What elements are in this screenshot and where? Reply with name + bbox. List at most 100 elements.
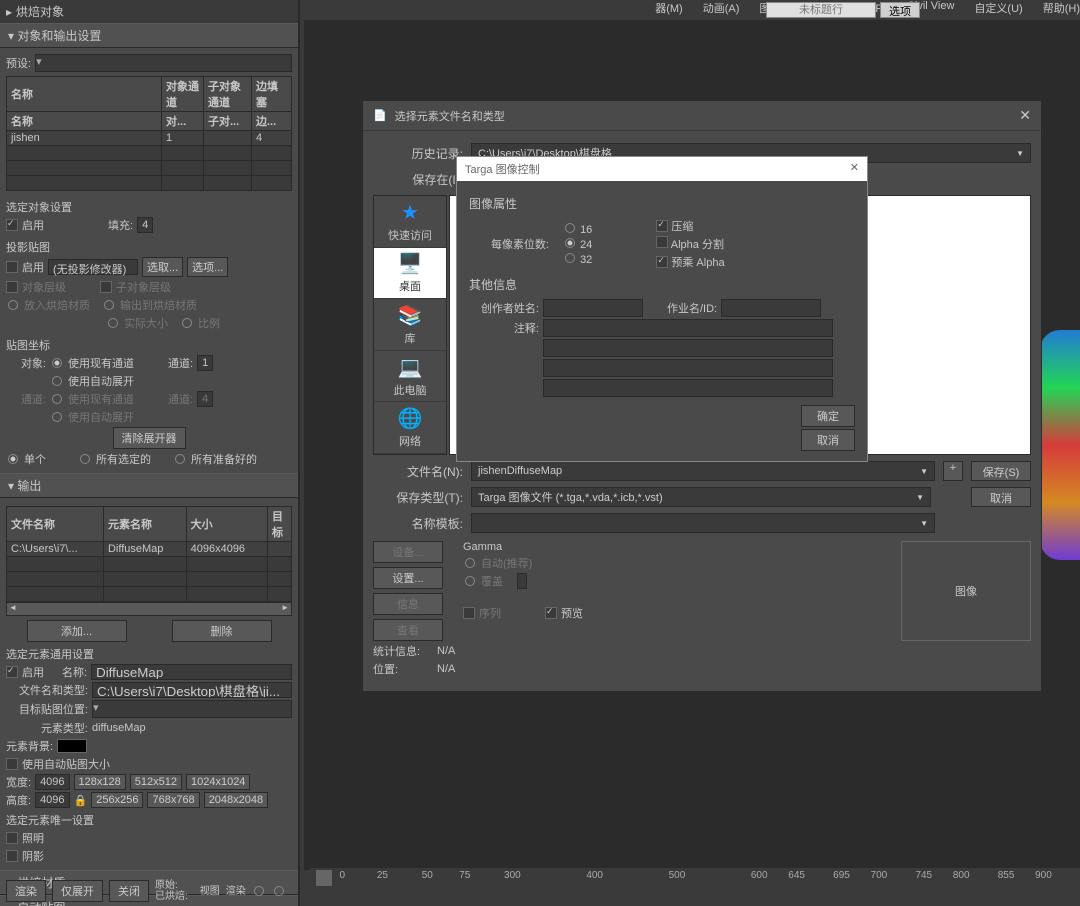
search-input[interactable]: [766, 2, 876, 18]
author-input[interactable]: [543, 299, 643, 317]
info-button[interactable]: 信息: [373, 593, 443, 615]
comment-input[interactable]: [543, 359, 833, 377]
setup-button[interactable]: 设置...: [373, 567, 443, 589]
object-table[interactable]: 名称对象通道子对象通道边填塞 名称对...子对...边... jishen14: [6, 76, 292, 191]
single-radio[interactable]: [8, 454, 18, 464]
plus-button[interactable]: +: [943, 461, 963, 481]
alphasplit-checkbox[interactable]: [656, 236, 668, 248]
cancel-button[interactable]: 取消: [801, 429, 855, 451]
bg-color-swatch[interactable]: [57, 739, 87, 753]
image-preview: 图像: [901, 541, 1031, 641]
rollout-output[interactable]: ▾ 输出: [0, 473, 298, 498]
menu-bar: 器(M) 动画(A) 图形编辑器(D) 渲染(R) Civil View 自定义…: [335, 0, 1080, 18]
menu-item[interactable]: 动画(A): [703, 0, 740, 18]
menu-item[interactable]: 器(M): [655, 0, 683, 18]
auto-unwrap-radio[interactable]: [52, 376, 62, 386]
job-input[interactable]: [721, 299, 821, 317]
comment-input[interactable]: [543, 339, 833, 357]
elem-type-value: diffuseMap: [92, 722, 146, 734]
render-to-texture-panel: ▸ 烘焙对象 ▾ 对象和输出设置 预设: ▾ 名称对象通道子对象通道边填塞 名称…: [0, 0, 300, 906]
save-button[interactable]: 保存(S): [971, 461, 1031, 481]
height-spinner[interactable]: 4096: [35, 792, 69, 808]
ok-button[interactable]: 确定: [801, 405, 855, 427]
proj-mod-field[interactable]: (无投影修改器): [48, 259, 138, 275]
elem-file-input[interactable]: [92, 682, 292, 698]
output-table[interactable]: 文件名称元素名称大小目标 C:\Users\i7\...DiffuseMap40…: [6, 506, 292, 602]
add-button[interactable]: 添加...: [27, 620, 127, 642]
options-button[interactable]: 选项: [880, 2, 920, 18]
pick-button[interactable]: 选取...: [142, 257, 183, 277]
size-preset[interactable]: 768x768: [147, 792, 199, 808]
all-prepared-radio[interactable]: [175, 454, 185, 464]
compress-checkbox[interactable]: [656, 220, 668, 232]
time-slider[interactable]: [316, 870, 332, 886]
clear-unwrap-button[interactable]: 清除展开器: [113, 427, 186, 449]
shadow-checkbox[interactable]: [6, 850, 18, 862]
render-button[interactable]: 渲染: [6, 880, 46, 902]
lighting-checkbox[interactable]: [6, 832, 18, 844]
width-spinner[interactable]: 4096: [35, 774, 69, 790]
elem-name-input[interactable]: [91, 664, 292, 680]
elem-enable[interactable]: [6, 666, 18, 678]
target-slot-dropdown[interactable]: ▾: [92, 700, 292, 718]
preview-checkbox[interactable]: [545, 607, 557, 619]
rollout-obj-output[interactable]: ▾ 对象和输出设置: [0, 23, 298, 48]
close-icon[interactable]: ✕: [1019, 107, 1031, 124]
premult-checkbox[interactable]: [656, 256, 668, 268]
sequence-checkbox[interactable]: [463, 607, 475, 619]
timeline[interactable]: 02550 75300400 500600645 695700745 80085…: [310, 868, 1080, 888]
auto-size-checkbox[interactable]: [6, 758, 18, 770]
place-libraries[interactable]: 📚库: [374, 299, 446, 351]
preset-dropdown[interactable]: ▾: [35, 54, 292, 72]
mapcoord-header: 贴图坐标: [6, 337, 292, 353]
filetype-dropdown[interactable]: Targa 图像文件 (*.tga,*.vda,*.icb,*.vst)▼: [471, 487, 931, 507]
menu-item[interactable]: 帮助(H): [1043, 0, 1080, 18]
unwrap-button[interactable]: 仅展开: [52, 880, 103, 902]
bottom-bar: 渲染 仅展开 关闭 原始:已烘焙: 视图 渲染: [6, 880, 296, 902]
size-preset[interactable]: 1024x1024: [186, 774, 250, 790]
place-thispc[interactable]: 💻此电脑: [374, 351, 446, 403]
close-button[interactable]: 关闭: [109, 880, 149, 902]
projmap-enable[interactable]: [6, 261, 18, 273]
place-network[interactable]: 🌐网络: [374, 402, 446, 454]
menu-item[interactable]: 自定义(U): [974, 0, 1022, 18]
size-preset[interactable]: 256x256: [91, 792, 143, 808]
size-preset[interactable]: 512x512: [130, 774, 182, 790]
device-button[interactable]: 设备...: [373, 541, 443, 563]
delete-button[interactable]: 删除: [172, 620, 272, 642]
bpp-32-radio[interactable]: [565, 253, 575, 263]
options-button[interactable]: 选项...: [187, 257, 228, 277]
padding-spinner[interactable]: 4: [137, 217, 153, 233]
targa-title: Targa 图像控制: [465, 161, 540, 177]
sel-obj-header: 选定对象设置: [6, 199, 292, 215]
size-preset[interactable]: 128x128: [74, 774, 126, 790]
comment-input[interactable]: [543, 319, 833, 337]
lock-icon[interactable]: 🔒: [74, 794, 88, 807]
all-selected-radio[interactable]: [80, 454, 90, 464]
table-scrollbar[interactable]: [6, 602, 292, 616]
gamma-override-radio[interactable]: [465, 576, 475, 586]
unique-header: 选定元素唯一设置: [6, 812, 292, 828]
dialog-title-text: 选择元素文件名和类型: [395, 108, 505, 124]
place-desktop[interactable]: 🖥️桌面: [374, 248, 446, 300]
other-info-label: 其他信息: [469, 276, 855, 293]
use-existing-radio[interactable]: [52, 358, 62, 368]
close-icon[interactable]: ✕: [850, 161, 859, 177]
gamma-auto-radio[interactable]: [465, 558, 475, 568]
panel-title: ▸ 烘焙对象: [0, 0, 298, 23]
filename-input[interactable]: jishenDiffuseMap▼: [471, 461, 935, 481]
comment-input[interactable]: [543, 379, 833, 397]
size-preset[interactable]: 2048x2048: [204, 792, 268, 808]
dialog-icon: 📄: [373, 109, 387, 122]
template-dropdown[interactable]: ▼: [471, 513, 935, 533]
place-quickaccess[interactable]: ★快速访问: [374, 196, 446, 248]
channel-spinner[interactable]: 1: [197, 355, 213, 371]
view-button[interactable]: 查看: [373, 619, 443, 641]
bpp-16-radio[interactable]: [565, 223, 575, 233]
bpp-24-radio[interactable]: [565, 238, 575, 248]
targa-dialog: Targa 图像控制 ✕ 图像属性 每像素位数: 16 24 32 压缩 Alp…: [456, 156, 868, 462]
gamma-label: Gamma: [463, 541, 881, 553]
preset-label: 预设:: [6, 55, 31, 71]
cancel-button[interactable]: 取消: [971, 487, 1031, 507]
enable-checkbox[interactable]: [6, 219, 18, 231]
